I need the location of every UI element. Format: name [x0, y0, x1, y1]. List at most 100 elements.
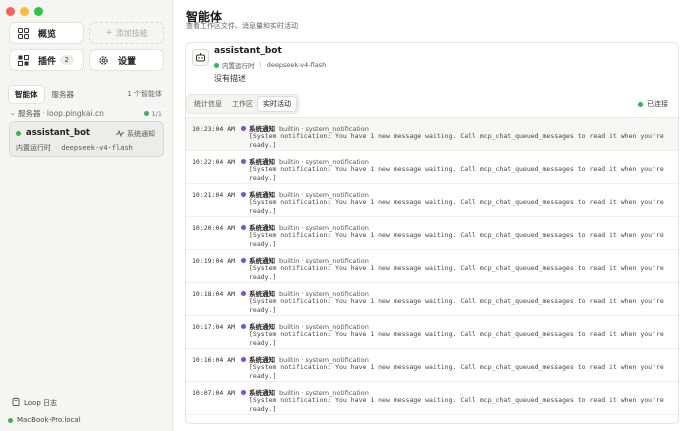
add-skill-label: 添加技能 [115, 28, 148, 38]
notification-dot [241, 258, 246, 263]
plugins-button[interactable]: 插件 2 [9, 49, 84, 71]
notification-dot [241, 390, 246, 395]
robot-icon [192, 49, 209, 66]
log-entry: 10:23:04 AM 系统通知 builtin · system_notifica… [186, 118, 678, 151]
log-entry: 10:16:04 AM 系统通知 builtin · system_notifica… [186, 349, 678, 382]
log-message: [System notification: You have 1 new mes… [249, 231, 664, 248]
plugin-grid-icon [18, 54, 29, 66]
gear-icon [98, 55, 109, 66]
ratio-value: 1/1 [151, 109, 162, 118]
settings-button[interactable]: 设置 [89, 49, 164, 71]
online-status-dot [143, 111, 149, 116]
online-status-dot [638, 101, 643, 107]
agent-model: deepseek-v4-flash [61, 144, 133, 152]
plugins-label: 插件 [38, 56, 57, 67]
log-time: 10:19:04 AM [192, 257, 236, 265]
notification-dot [241, 324, 246, 329]
book-icon [12, 398, 20, 408]
log-time: 10:20:04 AM [192, 224, 236, 232]
agent-notification-status: 系统通知 [116, 129, 155, 139]
maximize-window-button[interactable] [34, 7, 43, 16]
log-entry: 10:20:04 AM 系统通知 builtin · system_notifica… [186, 217, 678, 250]
main-content: 智能体 查看工作区文件、消息量和实时活动 assistant_bot 内置运行时… [174, 0, 689, 431]
agent-model: deepseek-v4-flash [266, 61, 327, 69]
agent-count: 1 个智能体 [127, 90, 162, 98]
agent-name: assistant_bot [26, 128, 90, 138]
meta-separator: | [259, 61, 262, 69]
tab-servers[interactable]: 服务器 [46, 86, 81, 103]
meta-separator: · [55, 144, 58, 152]
connection-label: 已连接 [647, 100, 668, 108]
log-time: 10:18:04 AM [192, 290, 236, 298]
plus-icon: + [105, 28, 113, 38]
sidebar-tabs: 智能体 服务器 [9, 86, 80, 103]
server-agent-ratio: 1/1 [143, 109, 162, 118]
tab-stats[interactable]: 统计信息 [189, 97, 227, 111]
activity-log[interactable]: 10:23:04 AM 系统通知 builtin · system_notifica… [186, 117, 678, 423]
agent-name-row: assistant_bot [16, 128, 90, 138]
agent-list-item[interactable]: assistant_bot 系统通知 内置运行时 · deepseek-v4-fla… [9, 121, 164, 157]
server-host: loop.pingkai.cn [46, 109, 104, 118]
overview-label: 概览 [38, 29, 57, 40]
agent-detail-panel: assistant_bot 内置运行时 | deepseek-v4-flash … [185, 42, 679, 424]
chevron-down-icon: ⌄ [10, 110, 16, 117]
close-window-button[interactable] [6, 7, 15, 16]
window-controls [6, 7, 43, 16]
log-message: [System notification: You have 1 new mes… [249, 297, 664, 314]
server-group-header[interactable]: ⌄ 服务器 · loop.pingkai.cn 1/1 [10, 108, 162, 119]
tab-workspace[interactable]: 工作区 [227, 97, 258, 111]
agent-meta: 内置运行时 · deepseek-v4-flash [16, 143, 133, 153]
agent-title: assistant_bot [214, 46, 282, 56]
log-time: 10:22:04 AM [192, 158, 236, 166]
loop-log-label: Loop 日志 [24, 399, 58, 407]
agent-runtime: 内置运行时 [222, 62, 255, 70]
grid-icon [18, 27, 29, 39]
log-message: [System notification: You have 1 new mes… [249, 132, 664, 149]
notification-dot [241, 126, 246, 131]
log-time: 10:23:04 AM [192, 125, 236, 133]
online-status-dot [214, 62, 219, 68]
log-message: [System notification: You have 1 new mes… [249, 330, 664, 347]
loop-log-link[interactable]: Loop 日志 [12, 398, 57, 408]
log-entry: 10:18:04 AM 系统通知 builtin · system_notifica… [186, 283, 678, 316]
log-message: [System notification: You have 1 new mes… [249, 363, 664, 380]
log-entry: 10:19:04 AM 系统通知 builtin · system_notifica… [186, 250, 678, 283]
log-entry: 10:21:04 AM 系统通知 builtin · system_notifica… [186, 184, 678, 217]
log-message: [System notification: You have 1 new mes… [249, 165, 664, 182]
notification-dot [241, 159, 246, 164]
log-time: 10:16:04 AM [192, 356, 236, 364]
agent-description: 没有描述 [214, 74, 246, 83]
agent-detail-meta: 内置运行时 | deepseek-v4-flash [214, 60, 326, 70]
host-name: MacBook-Pro.local [17, 416, 81, 424]
online-status-dot [8, 417, 13, 423]
log-message: [System notification: You have 1 new mes… [249, 264, 664, 281]
activity-icon [116, 129, 124, 139]
detail-tabs: 统计信息 工作区 实时活动 [186, 94, 299, 114]
log-entry: 10:07:04 AM 系统通知 builtin · system_notifica… [186, 382, 678, 415]
notification-dot [241, 225, 246, 230]
log-entry: 10:22:04 AM 系统通知 builtin · system_notifica… [186, 151, 678, 184]
log-message: [System notification: You have 1 new mes… [249, 396, 664, 413]
log-time: 10:21:04 AM [192, 191, 236, 199]
minimize-window-button[interactable] [20, 7, 29, 16]
tab-agents[interactable]: 智能体 [9, 86, 44, 103]
log-time: 10:17:04 AM [192, 323, 236, 331]
page-subtitle: 查看工作区文件、消息量和实时活动 [186, 22, 298, 30]
host-status: MacBook-Pro.local [8, 416, 81, 424]
log-entry: 10:17:04 AM 系统通知 builtin · system_notifica… [186, 316, 678, 349]
notification-label: 系统通知 [127, 130, 155, 138]
online-status-dot [16, 130, 21, 136]
overview-button[interactable]: 概览 [9, 22, 84, 44]
settings-label: 设置 [118, 56, 137, 67]
plugins-count-badge: 2 [59, 55, 74, 65]
sidebar: 概览 + 添加技能 插件 2 设置 智能体 服务器 1 个智能体 ⌄ 服务器 ·… [0, 0, 173, 431]
server-label: 服务器 [18, 109, 41, 118]
log-message: [System notification: You have 1 new mes… [249, 198, 664, 215]
agent-runtime: 内置运行时 [16, 144, 51, 152]
tab-live-activity[interactable]: 实时活动 [258, 97, 296, 111]
log-time: 10:07:04 AM [192, 389, 236, 397]
connection-status: 已连接 [638, 99, 668, 109]
notification-dot [241, 291, 246, 296]
notification-dot [241, 357, 246, 362]
add-skill-button[interactable]: + 添加技能 [89, 22, 164, 44]
